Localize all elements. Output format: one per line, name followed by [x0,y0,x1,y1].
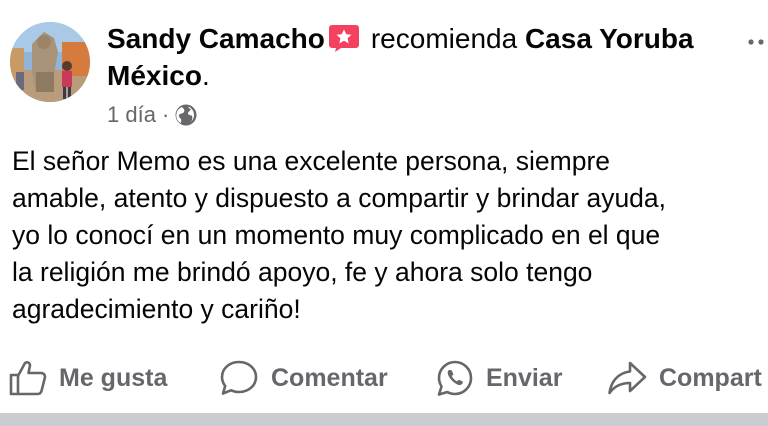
meta-separator: · [161,102,170,127]
comment-icon [220,360,258,395]
post-meta: 1 día · [107,100,197,130]
more-options-button[interactable] [742,30,768,54]
thumbs-up-icon [9,361,47,396]
share-label: Compart [659,363,762,392]
like-button[interactable]: Me gusta [9,358,167,398]
more-dots-icon [748,39,764,45]
feed-divider [0,413,768,426]
recommend-verb: recomienda [370,23,518,54]
post-card: Sandy Camacho recomienda Casa Yoruba Méx… [0,0,768,426]
recommendation-star-icon [328,25,359,52]
comment-label: Comentar [271,363,388,392]
post-timestamp[interactable]: 1 día [107,102,156,128]
send-label: Enviar [486,363,563,392]
post-actions-bar: Me gusta Comentar Enviar Compart [0,352,768,404]
whatsapp-icon [437,360,473,396]
like-label: Me gusta [59,363,168,392]
send-whatsapp-button[interactable]: Enviar [436,358,562,398]
author-name[interactable]: Sandy Camacho [107,23,325,54]
header-period: . [201,60,210,91]
post-header: Sandy Camacho recomienda Casa Yoruba Méx… [107,20,707,94]
share-button[interactable]: Compart [607,358,762,398]
share-icon [608,361,647,395]
comment-button[interactable]: Comentar [219,358,388,398]
globe-icon [175,104,197,126]
post-body-text: El señor Memo es una excelente persona, … [12,146,667,324]
author-avatar[interactable] [10,22,90,102]
